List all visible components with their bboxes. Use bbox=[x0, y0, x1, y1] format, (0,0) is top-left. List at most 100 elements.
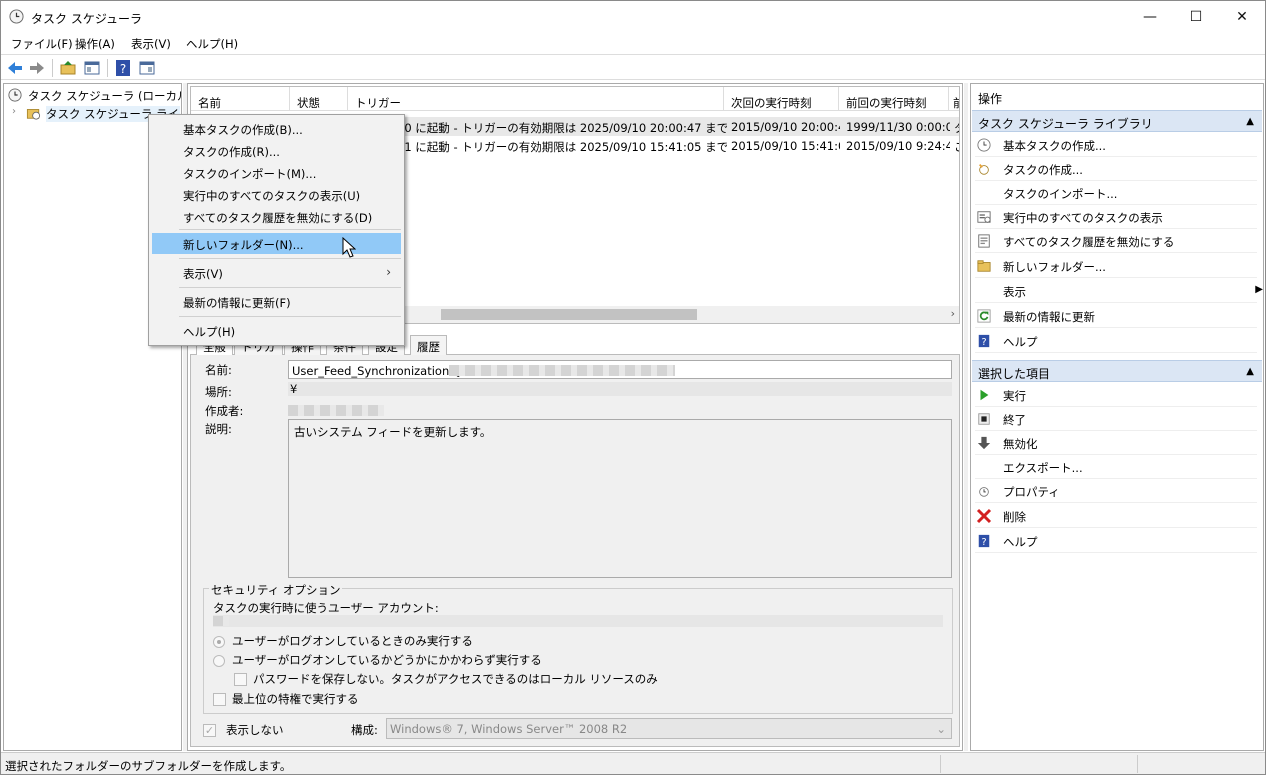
title-bar: タスク スケジューラ — ☐ ✕ bbox=[1, 1, 1265, 32]
radio-run-always-label: ユーザーがログオンしているかどうかにかかわらず実行する bbox=[232, 653, 542, 667]
general-tab-panel: 名前: User_Feed_Synchronization-{ 場所: ¥ 作成… bbox=[190, 355, 960, 747]
menu-item-create-task[interactable]: タスクの作成(R)... bbox=[152, 140, 401, 161]
action-refresh[interactable]: 最新の情報に更新 bbox=[975, 304, 1257, 328]
menu-action[interactable]: 操作(A) bbox=[75, 36, 115, 52]
task-scheduler-window: タスク スケジューラ — ☐ ✕ ファイル(F) 操作(A) 表示(V) ヘルプ… bbox=[0, 0, 1266, 775]
clock-icon bbox=[979, 487, 989, 497]
collapse-up-icon[interactable]: ▲ bbox=[1246, 116, 1254, 127]
clock-icon bbox=[9, 9, 24, 24]
radio-logon-only-label: ユーザーがログオンしているときのみ実行する bbox=[232, 634, 473, 648]
close-button[interactable]: ✕ bbox=[1219, 1, 1265, 32]
action-disable[interactable]: 無効化 bbox=[975, 431, 1257, 455]
status-separator bbox=[940, 755, 941, 773]
menu-view[interactable]: 表示(V) bbox=[131, 36, 171, 52]
location-label: 場所: bbox=[205, 385, 232, 399]
actions-section-selected[interactable]: 選択した項目 ▲ bbox=[972, 360, 1262, 382]
action-help[interactable]: ? ヘルプ bbox=[975, 329, 1257, 353]
action-create-task[interactable]: タスクの作成... bbox=[975, 157, 1257, 181]
menu-item-disable-history[interactable]: すべてのタスク履歴を無効にする(D) bbox=[152, 206, 401, 227]
action-end[interactable]: 終了 bbox=[975, 407, 1257, 431]
menu-bar: ファイル(F) 操作(A) 表示(V) ヘルプ(H) bbox=[1, 32, 1265, 54]
checkbox-highest-privileges[interactable] bbox=[213, 693, 226, 706]
column-header-trigger[interactable]: トリガー bbox=[348, 87, 724, 111]
folder-clock-icon bbox=[26, 109, 41, 120]
action-import-task[interactable]: タスクのインポート... bbox=[975, 181, 1257, 205]
checkbox-no-password[interactable] bbox=[234, 673, 247, 686]
radio-run-always[interactable] bbox=[213, 655, 225, 667]
menu-item-display-running[interactable]: 実行中のすべてのタスクの表示(U) bbox=[152, 184, 401, 205]
action-delete[interactable]: 削除 bbox=[975, 504, 1257, 528]
back-arrow-icon[interactable] bbox=[6, 59, 24, 77]
menu-item-new-folder[interactable]: 新しいフォルダー(N)... bbox=[152, 233, 401, 254]
checkbox-hidden[interactable]: ✓ bbox=[203, 724, 216, 737]
scrollbar-thumb[interactable] bbox=[441, 309, 697, 320]
column-header-status[interactable]: 状態 bbox=[290, 87, 348, 111]
cell-next-run: 2015/09/10 15:41:05 bbox=[731, 139, 840, 153]
tab-history[interactable]: 履歴 bbox=[410, 335, 447, 355]
context-menu: 基本タスクの作成(B)... タスクの作成(R)... タスクのインポート(M)… bbox=[148, 114, 405, 346]
right-splitter[interactable] bbox=[964, 83, 968, 751]
collapse-up-icon[interactable]: ▲ bbox=[1246, 366, 1254, 377]
config-dropdown[interactable]: Windows® 7, Windows Server™ 2008 R2 ⌄ bbox=[386, 718, 952, 739]
location-value: ¥ bbox=[290, 382, 298, 396]
running-tasks-icon bbox=[977, 211, 991, 223]
refresh-icon bbox=[977, 309, 991, 323]
radio-logon-only[interactable] bbox=[213, 636, 225, 648]
menu-separator bbox=[179, 316, 401, 317]
action-run[interactable]: 実行 bbox=[975, 383, 1257, 407]
show-hide-action-pane-icon[interactable] bbox=[138, 59, 156, 77]
show-hide-tree-icon[interactable] bbox=[83, 59, 101, 77]
location-field bbox=[288, 382, 952, 396]
maximize-button[interactable]: ☐ bbox=[1173, 1, 1219, 32]
menu-item-view[interactable]: 表示(V) › bbox=[152, 262, 401, 283]
cell-next-run: 2015/09/10 20:00:47 bbox=[731, 120, 840, 134]
menu-file[interactable]: ファイル(F) bbox=[11, 36, 73, 52]
action-help-selected[interactable]: ? ヘルプ bbox=[975, 529, 1257, 553]
checkbox-highest-privileges-label: 最上位の特権で実行する bbox=[232, 692, 359, 706]
cell-trigger: 00 に起動 - トリガーの有効期限は 2025/09/10 20:00:47 … bbox=[397, 121, 727, 135]
action-export[interactable]: エクスポート... bbox=[975, 455, 1257, 479]
actions-section-library[interactable]: タスク スケジューラ ライブラリ ▲ bbox=[972, 110, 1262, 132]
down-arrow-icon bbox=[977, 436, 991, 450]
scroll-right-icon[interactable]: › bbox=[951, 307, 955, 320]
status-separator bbox=[1137, 755, 1138, 773]
toolbar-separator bbox=[52, 59, 53, 77]
svg-text:?: ? bbox=[981, 337, 986, 348]
column-header-next-run[interactable]: 次回の実行時刻 bbox=[724, 87, 839, 111]
help-icon[interactable]: ? bbox=[114, 59, 132, 77]
help-icon: ? bbox=[978, 334, 990, 348]
author-label: 作成者: bbox=[205, 404, 244, 418]
help-icon: ? bbox=[978, 534, 990, 548]
cell-trigger: 41 に起動 - トリガーの有効期限は 2025/09/10 15:41:05 … bbox=[397, 140, 727, 154]
mouse-cursor-icon bbox=[342, 237, 356, 258]
cell-last-run: 1999/11/30 0:00:00 bbox=[846, 120, 950, 134]
forward-arrow-icon[interactable] bbox=[28, 59, 46, 77]
action-properties[interactable]: プロパティ bbox=[975, 479, 1257, 503]
name-field[interactable]: User_Feed_Synchronization-{ bbox=[288, 360, 952, 379]
column-header-last-run[interactable]: 前回の実行時刻 bbox=[839, 87, 949, 111]
menu-item-refresh[interactable]: 最新の情報に更新(F) bbox=[152, 291, 401, 312]
menu-item-create-basic-task[interactable]: 基本タスクの作成(B)... bbox=[152, 118, 401, 139]
menu-item-help[interactable]: ヘルプ(H) bbox=[152, 320, 401, 341]
minimize-button[interactable]: — bbox=[1127, 1, 1173, 32]
column-header-last-result[interactable]: 前 bbox=[949, 87, 959, 111]
action-display-running-tasks[interactable]: 実行中のすべてのタスクの表示 bbox=[975, 205, 1257, 229]
cell-last-result: タ bbox=[950, 117, 959, 136]
menu-help[interactable]: ヘルプ(H) bbox=[186, 36, 238, 52]
actions-pane: 操作 タスク スケジューラ ライブラリ ▲ 基本タスクの作成... タスクの作成… bbox=[970, 83, 1264, 751]
action-disable-all-history[interactable]: すべてのタスク履歴を無効にする bbox=[975, 229, 1257, 253]
action-create-basic-task[interactable]: 基本タスクの作成... bbox=[975, 133, 1257, 157]
tree-item-root-label: タスク スケジューラ (ローカル) bbox=[28, 89, 193, 103]
redacted-text bbox=[449, 365, 675, 376]
up-folder-icon[interactable] bbox=[59, 59, 77, 77]
run-as-account-label: タスクの実行時に使うユーザー アカウント: bbox=[213, 601, 439, 615]
svg-text:?: ? bbox=[120, 62, 126, 76]
menu-item-import-task[interactable]: タスクのインポート(M)... bbox=[152, 162, 401, 183]
history-log-icon bbox=[978, 234, 990, 248]
action-new-folder[interactable]: 新しいフォルダー... bbox=[975, 254, 1257, 278]
run-as-account-field bbox=[213, 615, 943, 627]
action-view[interactable]: 表示 ▶ bbox=[975, 279, 1263, 303]
column-header-name[interactable]: 名前 bbox=[191, 87, 290, 111]
description-field[interactable]: 古いシステム フィードを更新します。 bbox=[288, 419, 952, 578]
expand-chevron-icon[interactable]: › bbox=[12, 106, 16, 117]
